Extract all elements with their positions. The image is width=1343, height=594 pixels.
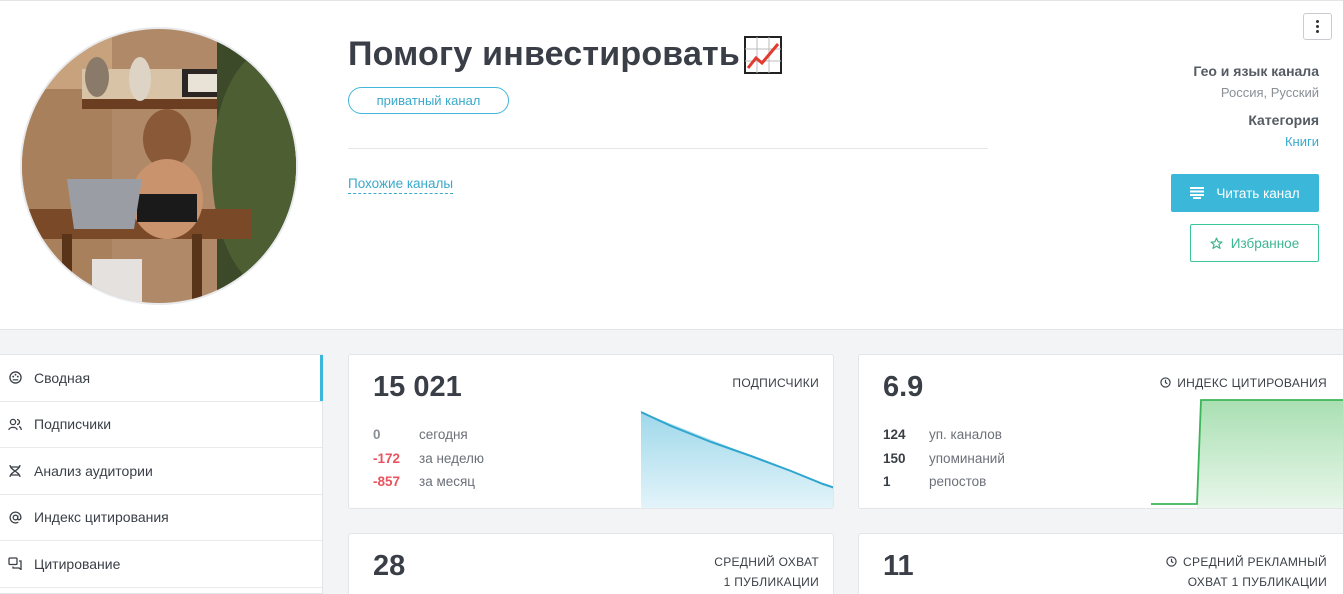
- category-block: Категория Книги: [1248, 112, 1319, 149]
- stat-value: -172: [373, 450, 401, 466]
- stat-row-today: 0 сегодня: [373, 423, 484, 447]
- subscribers-card[interactable]: 15 021 ПОДПИСЧИКИ 0 сегодня -172 за неделю…: [348, 354, 834, 509]
- channel-title: Помогу инвестировать: [348, 35, 741, 73]
- sidebar-item-label: Анализ аудитории: [34, 462, 153, 479]
- sidebar-item-label: Сводная: [34, 369, 91, 386]
- geo-label: Гео и язык канала: [1193, 63, 1319, 79]
- stat-value: 124: [883, 427, 906, 443]
- subscribers-sparkline: [641, 411, 833, 508]
- channel-avatar: [20, 27, 298, 305]
- subscribers-stats: 0 сегодня -172 за неделю -857 за месяц: [373, 423, 484, 494]
- citation-stats: 124 уп. каналов 150 упоминаний 1 репостов: [883, 423, 1005, 494]
- stat-row-mentions: 150 упоминаний: [883, 447, 1005, 471]
- stat-value: 150: [883, 450, 906, 466]
- palette-icon: [8, 371, 22, 385]
- geo-value: Россия, Русский: [1220, 85, 1319, 100]
- channel-title-row: Помогу инвестировать: [348, 35, 783, 74]
- private-channel-badge: приватный канал: [348, 87, 509, 114]
- sidebar-item-label: Индекс цитирования: [34, 509, 169, 526]
- dot-icon: [1316, 25, 1319, 28]
- stat-value: 0: [373, 427, 381, 443]
- stat-value: 1: [883, 474, 891, 490]
- sidebar-item-summary[interactable]: Сводная: [0, 355, 323, 402]
- stat-label: за месяц: [419, 474, 476, 490]
- star-icon: [1210, 236, 1223, 249]
- stat-label: уп. каналов: [929, 427, 1002, 443]
- more-options-button[interactable]: [1303, 13, 1332, 40]
- divider: [348, 148, 988, 149]
- stat-row-reposts: 1 репостов: [883, 470, 1005, 494]
- category-link[interactable]: Книги: [1248, 134, 1319, 149]
- chart-increasing-icon: [744, 35, 783, 74]
- citation-index-value: 6.9: [883, 371, 924, 403]
- favorite-button[interactable]: Избранное: [1190, 224, 1319, 262]
- dot-icon: [1316, 30, 1319, 33]
- at-sign-icon: [8, 510, 22, 524]
- users-icon: [8, 417, 22, 431]
- read-channel-button[interactable]: Читать канал: [1171, 174, 1319, 212]
- label-line: 1 ПУБЛИКАЦИИ: [723, 575, 819, 589]
- dot-icon: [1316, 20, 1319, 23]
- clock-icon: [1166, 556, 1177, 567]
- average-ad-reach-value: 11: [883, 550, 914, 582]
- sidebar-item-audience-analysis[interactable]: Анализ аудитории: [0, 448, 322, 495]
- quote-icon: [8, 557, 22, 571]
- average-ad-reach-card[interactable]: 11 СРЕДНИЙ РЕКЛАМНЫЙ ОХВАТ 1 ПУБЛИКАЦИИ: [858, 533, 1343, 594]
- average-ad-reach-label: СРЕДНИЙ РЕКЛАМНЫЙ ОХВАТ 1 ПУБЛИКАЦИИ: [1166, 552, 1327, 592]
- sidebar-item-citations[interactable]: Цитирование: [0, 541, 322, 588]
- average-reach-label-text: СРЕДНИЙ ОХВАТ 1 ПУБЛИКАЦИИ: [714, 552, 819, 592]
- sidebar: Сводная Подписчики Анализ аудитории Инде…: [0, 354, 323, 594]
- favorite-label: Избранное: [1230, 235, 1300, 251]
- subscribers-label-text: ПОДПИСЧИКИ: [732, 376, 819, 390]
- stat-value: -857: [373, 474, 401, 490]
- sidebar-item-label: Подписчики: [34, 416, 112, 433]
- subscribers-label: ПОДПИСЧИКИ: [732, 373, 819, 393]
- read-channel-label: Читать канал: [1216, 185, 1300, 201]
- citation-index-card[interactable]: 6.9 ИНДЕКС ЦИТИРОВАНИЯ 124 уп. каналов 15…: [858, 354, 1343, 509]
- stat-label: за неделю: [419, 450, 485, 466]
- channel-header: Помогу инвестировать приватный канал Пох…: [0, 0, 1343, 330]
- stat-label: упоминаний: [929, 450, 1005, 466]
- average-reach-value: 28: [373, 550, 406, 582]
- similar-channels-link[interactable]: Похожие каналы: [348, 176, 454, 194]
- stat-label: репостов: [929, 474, 987, 490]
- category-label: Категория: [1248, 112, 1319, 128]
- list-icon: [1190, 187, 1205, 199]
- sidebar-item-label: Цитирование: [34, 555, 121, 572]
- citation-index-sparkline: [1151, 399, 1343, 508]
- label-line: СРЕДНИЙ РЕКЛАМНЫЙ: [1183, 555, 1327, 569]
- sidebar-item-subscribers[interactable]: Подписчики: [0, 402, 322, 448]
- stat-row-channels: 124 уп. каналов: [883, 423, 1005, 447]
- stat-row-week: -172 за неделю: [373, 447, 484, 471]
- sidebar-item-citation-index[interactable]: Индекс цитирования: [0, 495, 322, 541]
- average-reach-label: СРЕДНИЙ ОХВАТ 1 ПУБЛИКАЦИИ: [714, 552, 819, 592]
- citation-index-label-text: ИНДЕКС ЦИТИРОВАНИЯ: [1177, 376, 1327, 390]
- average-reach-card[interactable]: 28 СРЕДНИЙ ОХВАТ 1 ПУБЛИКАЦИИ: [348, 533, 834, 594]
- geo-language-block: Гео и язык канала Россия, Русский: [1193, 63, 1319, 100]
- subscribers-count: 15 021: [373, 371, 462, 403]
- dna-icon: [8, 464, 22, 478]
- stat-row-month: -857 за месяц: [373, 470, 484, 494]
- label-line: ОХВАТ 1 ПУБЛИКАЦИИ: [1187, 575, 1327, 589]
- label-line: СРЕДНИЙ ОХВАТ: [714, 555, 819, 569]
- average-ad-reach-label-text: СРЕДНИЙ РЕКЛАМНЫЙ ОХВАТ 1 ПУБЛИКАЦИИ: [1183, 552, 1327, 592]
- clock-icon: [1160, 377, 1171, 388]
- citation-index-label: ИНДЕКС ЦИТИРОВАНИЯ: [1160, 373, 1327, 393]
- stat-label: сегодня: [419, 427, 468, 443]
